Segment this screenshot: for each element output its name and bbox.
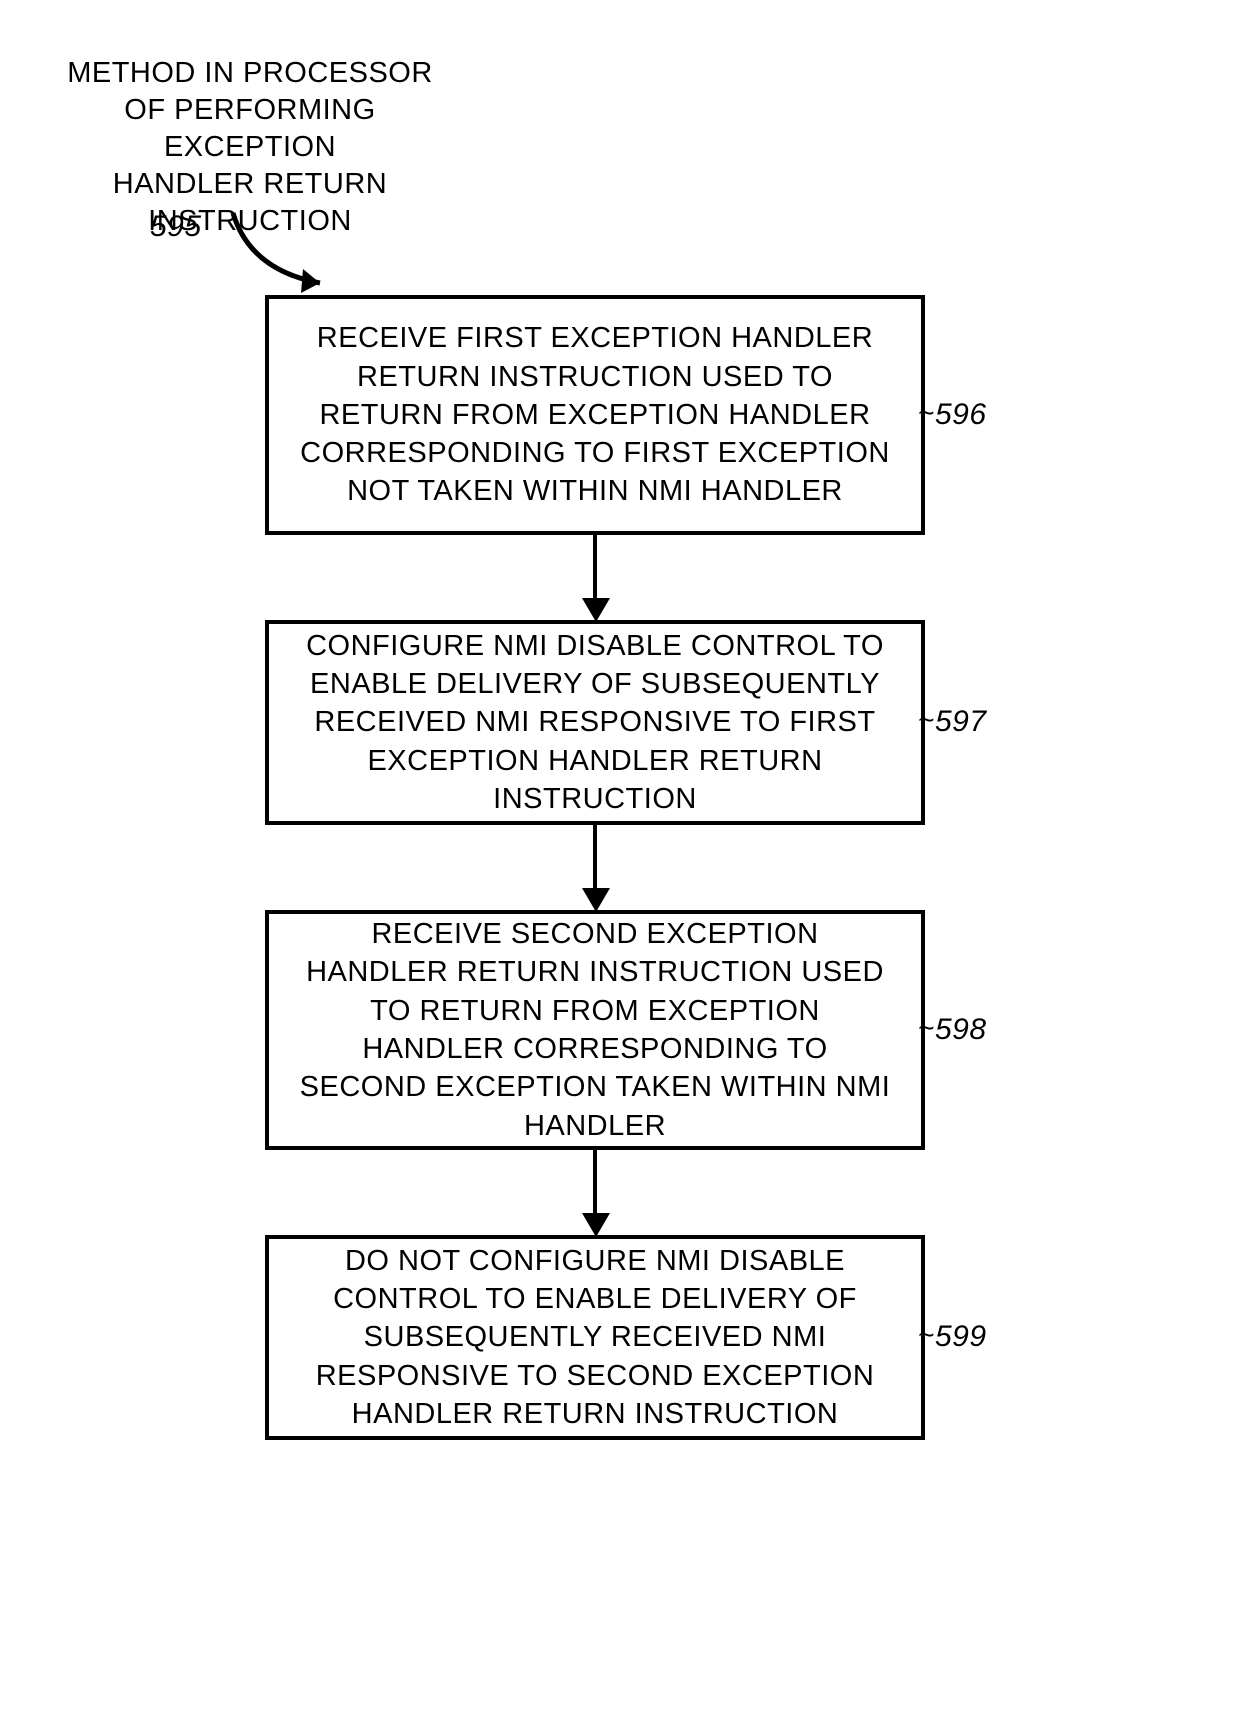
flow-connector bbox=[593, 1150, 597, 1220]
arrow-down-icon bbox=[582, 1213, 610, 1237]
reference-connector: ~ bbox=[918, 707, 935, 738]
title-line: METHOD IN PROCESSOR bbox=[67, 57, 433, 89]
step-text: RECEIVE SECOND EXCEPTION HANDLER RETURN … bbox=[297, 915, 893, 1145]
step-reference-number: 598 bbox=[935, 1013, 987, 1047]
reference-connector: ~ bbox=[918, 1322, 935, 1353]
arrow-down-icon bbox=[582, 888, 610, 912]
reference-connector: ~ bbox=[918, 1015, 935, 1046]
step-text: RECEIVE FIRST EXCEPTION HANDLER RETURN I… bbox=[297, 319, 893, 510]
step-reference-number: 596 bbox=[935, 398, 987, 432]
flowchart-step-3: RECEIVE SECOND EXCEPTION HANDLER RETURN … bbox=[265, 910, 925, 1150]
flowchart-step-2: CONFIGURE NMI DISABLE CONTROL TO ENABLE … bbox=[265, 620, 925, 825]
flowchart-step-1: RECEIVE FIRST EXCEPTION HANDLER RETURN I… bbox=[265, 295, 925, 535]
flowchart-step-4: DO NOT CONFIGURE NMI DISABLE CONTROL TO … bbox=[265, 1235, 925, 1440]
flow-connector bbox=[593, 825, 597, 895]
flow-connector bbox=[593, 535, 597, 605]
curved-arrow-icon bbox=[225, 195, 365, 305]
reference-connector: ~ bbox=[918, 400, 935, 431]
step-reference-number: 599 bbox=[935, 1320, 987, 1354]
step-text: DO NOT CONFIGURE NMI DISABLE CONTROL TO … bbox=[297, 1242, 893, 1433]
arrow-down-icon bbox=[582, 598, 610, 622]
step-reference-number: 597 bbox=[935, 705, 987, 739]
title-line: OF PERFORMING EXCEPTION bbox=[124, 94, 375, 163]
title-reference-number: 595 bbox=[150, 210, 202, 244]
step-text: CONFIGURE NMI DISABLE CONTROL TO ENABLE … bbox=[297, 627, 893, 818]
